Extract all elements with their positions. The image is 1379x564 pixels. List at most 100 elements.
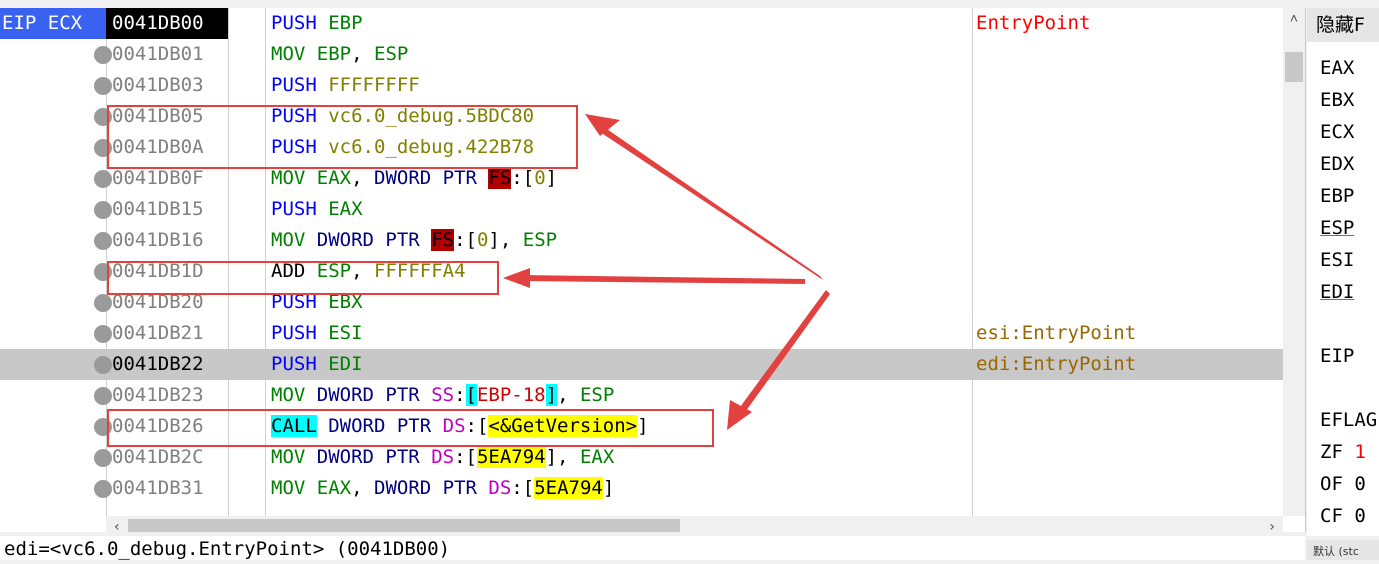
instruction-token bbox=[420, 229, 431, 251]
disasm-row[interactable]: 0041DB16 MOV DWORD PTR FS:[0], ESP bbox=[0, 225, 1283, 256]
disasm-row[interactable]: 0041DB15 PUSH EAX bbox=[0, 194, 1283, 225]
register-name: OF bbox=[1320, 473, 1343, 495]
instruction-token bbox=[317, 322, 328, 344]
disasm-row[interactable]: 0041DB03 PUSH FFFFFFFF bbox=[0, 70, 1283, 101]
instruction-token bbox=[305, 384, 316, 406]
address-cell: 0041DB22 bbox=[112, 353, 204, 375]
instruction-token: :[ bbox=[511, 167, 535, 189]
instruction-token: DS bbox=[431, 446, 455, 468]
disasm-row[interactable]: 0041DB23 MOV DWORD PTR SS:[EBP-18], ESP bbox=[0, 380, 1283, 411]
register-zf[interactable]: ZF 1 bbox=[1320, 437, 1366, 468]
instruction-token bbox=[305, 43, 316, 65]
instruction-token: DWORD PTR bbox=[316, 229, 420, 251]
instruction-token: 0 bbox=[476, 229, 489, 251]
register-edx[interactable]: EDX bbox=[1320, 149, 1354, 180]
status-line: edi=<vc6.0_debug.EntryPoint> (0041DB00) bbox=[0, 536, 1305, 560]
register-esi[interactable]: ESI bbox=[1320, 245, 1354, 276]
instruction-token: ] bbox=[545, 384, 558, 406]
instruction-token: EDI bbox=[328, 353, 363, 375]
instruction-token: FS bbox=[488, 167, 512, 189]
address-cell: 0041DB01 bbox=[112, 43, 204, 65]
instruction-token bbox=[317, 198, 328, 220]
registers-panel[interactable]: 隐藏F EAX EBX ECX EDX EBP ESP ESI EDI EIP EFLAG ZF 1… bbox=[1307, 8, 1379, 536]
register-edi[interactable]: EDI bbox=[1320, 277, 1354, 308]
register-name: ESI bbox=[1320, 249, 1355, 271]
instruction-token: , bbox=[351, 167, 374, 189]
instruction-token: PUSH bbox=[271, 12, 317, 34]
scroll-left-icon[interactable]: ‹ bbox=[106, 516, 128, 532]
instruction-cell: PUSH EBP bbox=[271, 8, 363, 39]
instruction-token: EAX bbox=[579, 446, 615, 468]
instruction-cell: PUSH EDI bbox=[271, 349, 363, 380]
instruction-token: EAX bbox=[328, 198, 363, 220]
instruction-token: EBP-18 bbox=[476, 384, 546, 406]
instruction-token: MOV bbox=[271, 477, 306, 499]
horizontal-scrollbar[interactable]: ‹ › bbox=[106, 516, 1283, 532]
register-name: ESP bbox=[1320, 217, 1355, 239]
vertical-scrollbar[interactable]: ˄ bbox=[1283, 8, 1305, 516]
register-eax[interactable]: EAX bbox=[1320, 53, 1354, 84]
instruction-token bbox=[305, 477, 316, 499]
disasm-row[interactable]: 0041DB31 MOV EAX, DWORD PTR DS:[5EA794] bbox=[0, 473, 1283, 504]
register-ecx[interactable]: ECX bbox=[1320, 117, 1354, 148]
instruction-cell: PUSH EAX bbox=[271, 194, 363, 225]
register-name: EBP bbox=[1320, 185, 1355, 207]
register-of[interactable]: OF 0 bbox=[1320, 469, 1366, 500]
instruction-token: DS bbox=[488, 477, 512, 499]
instruction-token bbox=[420, 384, 431, 406]
instruction-token bbox=[305, 446, 316, 468]
instruction-token: , bbox=[351, 477, 374, 499]
register-name: ZF bbox=[1320, 441, 1343, 463]
instruction-cell: PUSH FFFFFFFF bbox=[271, 70, 420, 101]
registers-header[interactable]: 隐藏F bbox=[1307, 8, 1379, 42]
disasm-row[interactable]: 0041DB01 MOV EBP, ESP bbox=[0, 39, 1283, 70]
register-name: EFLAG bbox=[1320, 409, 1378, 431]
instruction-token: ] bbox=[545, 167, 558, 189]
comment-cell: edi:EntryPoint bbox=[976, 353, 1137, 375]
register-name: EDX bbox=[1320, 153, 1355, 175]
instruction-token: 5EA794 bbox=[534, 477, 603, 499]
register-name: CF bbox=[1320, 505, 1343, 527]
register-cf[interactable]: CF 0 bbox=[1320, 501, 1366, 532]
vertical-scroll-thumb[interactable] bbox=[1285, 52, 1303, 82]
instruction-token: , bbox=[351, 43, 374, 65]
eip-register-tag: EIP ECX bbox=[0, 8, 106, 39]
instruction-token: :[ bbox=[454, 446, 477, 468]
annotation-box-call bbox=[107, 409, 714, 447]
register-esp[interactable]: ESP bbox=[1320, 213, 1354, 244]
register-eflag[interactable]: EFLAG bbox=[1320, 405, 1377, 436]
instruction-token: MOV bbox=[271, 384, 306, 406]
instruction-token: ], bbox=[488, 229, 523, 251]
address-cell: 0041DB15 bbox=[112, 198, 204, 220]
instruction-token: EBP bbox=[328, 12, 363, 34]
instruction-token: ESI bbox=[328, 322, 363, 344]
instruction-token: :[ bbox=[454, 229, 477, 251]
instruction-token: PUSH bbox=[271, 74, 317, 96]
disassembly-view[interactable]: EIP ECX 0041DB00 PUSH EBP EntryPoint 0041DB0… bbox=[0, 8, 1306, 532]
instruction-token: PUSH bbox=[271, 322, 317, 344]
annotation-box-add bbox=[107, 261, 499, 295]
register-eip[interactable]: EIP bbox=[1320, 341, 1354, 372]
instruction-token: ESP bbox=[522, 229, 558, 251]
disasm-row[interactable]: EIP ECX 0041DB00 PUSH EBP EntryPoint bbox=[0, 8, 1283, 39]
scroll-up-icon[interactable]: ˄ bbox=[1283, 8, 1305, 30]
instruction-cell: PUSH ESI bbox=[271, 318, 363, 349]
scroll-right-icon[interactable]: › bbox=[1261, 516, 1283, 532]
instruction-token: 5EA794 bbox=[476, 446, 546, 468]
instruction-token: DWORD PTR bbox=[374, 477, 477, 499]
instruction-token: : bbox=[454, 384, 466, 406]
instruction-cell: MOV EAX, DWORD PTR DS:[5EA794] bbox=[271, 473, 614, 504]
register-name: EDI bbox=[1320, 281, 1355, 303]
instruction-token: , bbox=[557, 384, 580, 406]
instruction-token: ], bbox=[545, 446, 580, 468]
instruction-token bbox=[477, 167, 488, 189]
horizontal-scroll-thumb[interactable] bbox=[128, 519, 680, 532]
address-cell: 0041DB16 bbox=[112, 229, 204, 251]
instruction-token: [ bbox=[465, 384, 477, 406]
register-ebx[interactable]: EBX bbox=[1320, 85, 1354, 116]
register-ebp[interactable]: EBP bbox=[1320, 181, 1354, 212]
address-cell: 0041DB31 bbox=[112, 477, 204, 499]
disasm-row[interactable]: 0041DB21 PUSH ESI esi:EntryPoint bbox=[0, 318, 1283, 349]
register-value: 0 bbox=[1354, 505, 1366, 527]
disasm-row[interactable]: 0041DB22 PUSH EDI edi:EntryPoint bbox=[0, 349, 1283, 380]
